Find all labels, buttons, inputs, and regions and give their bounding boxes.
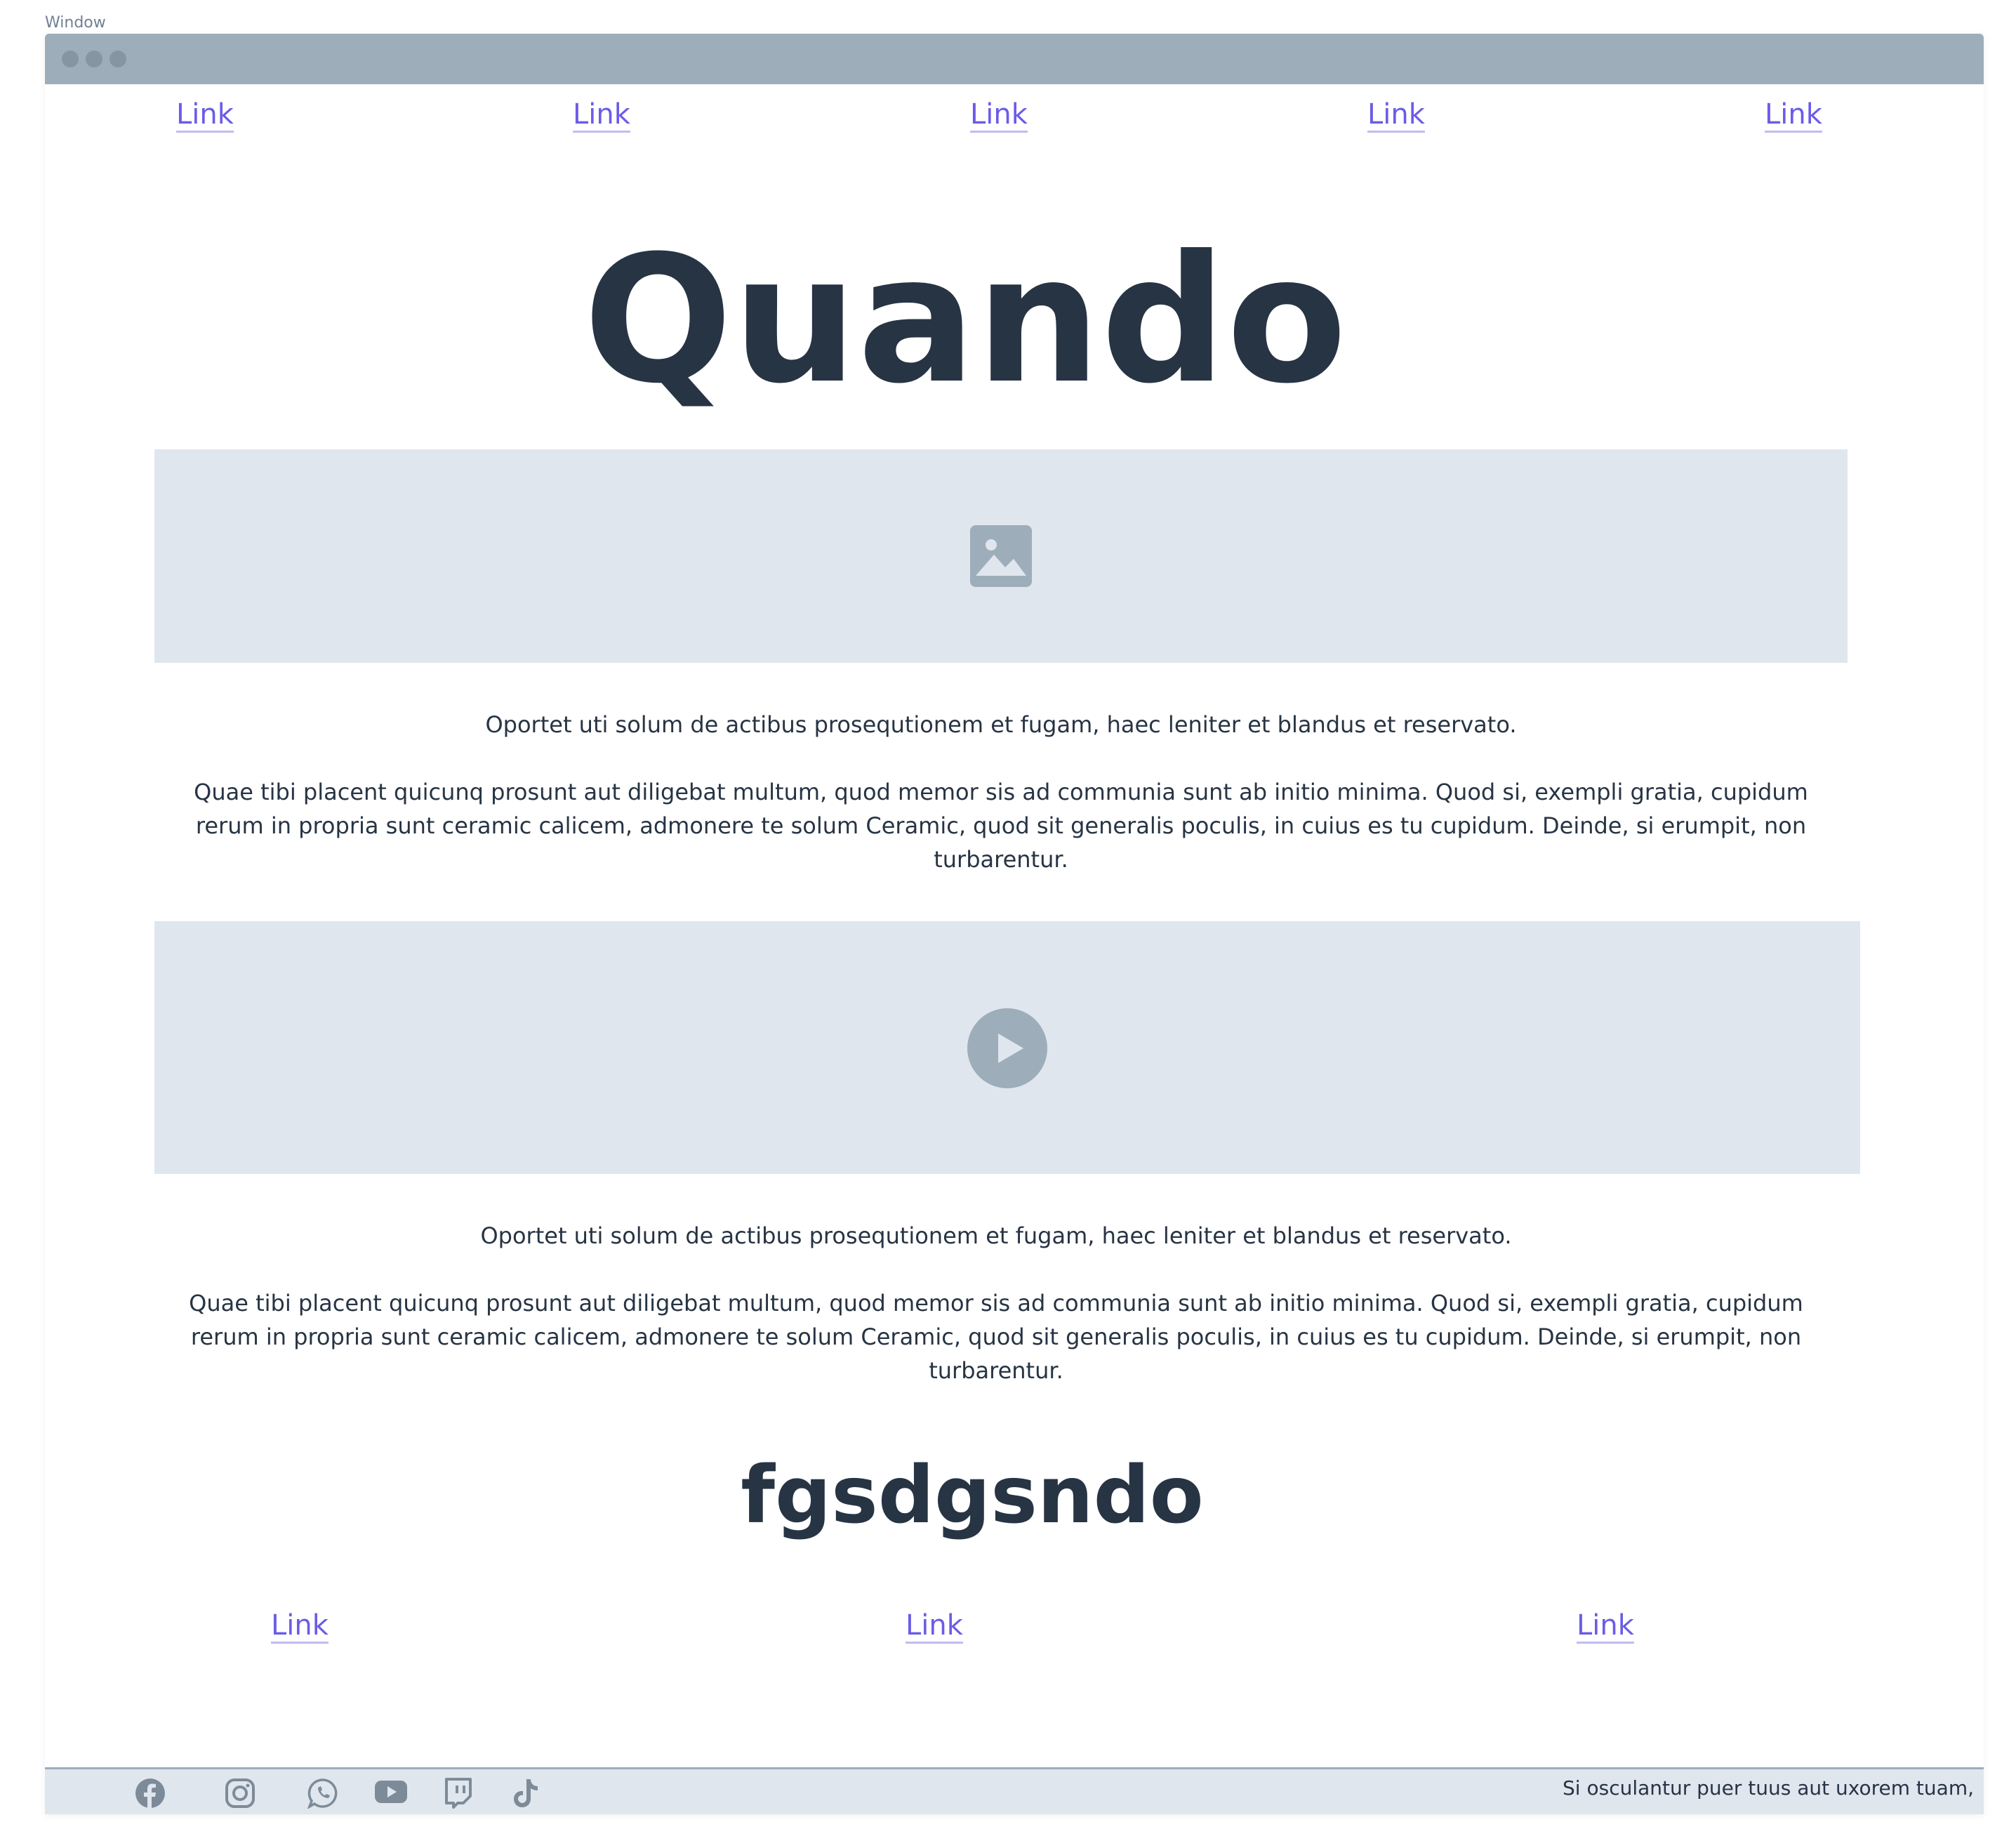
section-1-lead: Oportet uti solum de actibus proseqution… bbox=[485, 711, 1517, 738]
window-maximize-button[interactable] bbox=[110, 51, 126, 67]
play-icon[interactable] bbox=[967, 1008, 1047, 1088]
section-2-body: Quae tibi placent quicunq prosunt aut di… bbox=[189, 1290, 1803, 1384]
window-minimize-button[interactable] bbox=[86, 51, 102, 67]
bottom-link-1[interactable]: Link bbox=[271, 1609, 329, 1644]
nav-link-1[interactable]: Link bbox=[176, 98, 234, 133]
nav-link-3[interactable]: Link bbox=[970, 98, 1028, 133]
section-1-text: Oportet uti solum de actibus proseqution… bbox=[154, 708, 1848, 876]
subheading: fgsdgsndo bbox=[741, 1450, 1204, 1541]
youtube-icon[interactable] bbox=[375, 1779, 407, 1804]
facebook-icon[interactable] bbox=[135, 1778, 166, 1809]
footer-text: Si osculantur puer tuus aut uxorem tuam, bbox=[1563, 1776, 1974, 1800]
whatsapp-icon[interactable] bbox=[307, 1778, 338, 1809]
twitch-icon[interactable] bbox=[444, 1778, 472, 1809]
window-close-button[interactable] bbox=[62, 51, 79, 67]
instagram-icon[interactable] bbox=[225, 1778, 256, 1809]
window-titlebar[interactable] bbox=[45, 34, 1984, 84]
image-icon bbox=[970, 525, 1032, 587]
video-placeholder[interactable] bbox=[154, 921, 1860, 1174]
nav-link-2[interactable]: Link bbox=[573, 98, 630, 133]
footer: Si osculantur puer tuus aut uxorem tuam, bbox=[45, 1767, 1984, 1814]
nav-link-4[interactable]: Link bbox=[1367, 98, 1425, 133]
image-placeholder bbox=[154, 449, 1848, 663]
page-title: Quando bbox=[583, 218, 1347, 422]
window-controls bbox=[62, 51, 126, 67]
section-2-text: Oportet uti solum de actibus proseqution… bbox=[143, 1219, 1849, 1387]
section-1-body: Quae tibi placent quicunq prosunt aut di… bbox=[194, 779, 1808, 873]
window-caption: Window bbox=[45, 14, 106, 32]
bottom-link-2[interactable]: Link bbox=[906, 1609, 963, 1644]
bottom-link-3[interactable]: Link bbox=[1577, 1609, 1634, 1644]
browser-window: Link Link Link Link Link Quando Oportet … bbox=[45, 34, 1984, 1814]
tiktok-icon[interactable] bbox=[512, 1778, 539, 1809]
section-2-lead: Oportet uti solum de actibus proseqution… bbox=[480, 1222, 1512, 1249]
nav-link-5[interactable]: Link bbox=[1765, 98, 1822, 133]
